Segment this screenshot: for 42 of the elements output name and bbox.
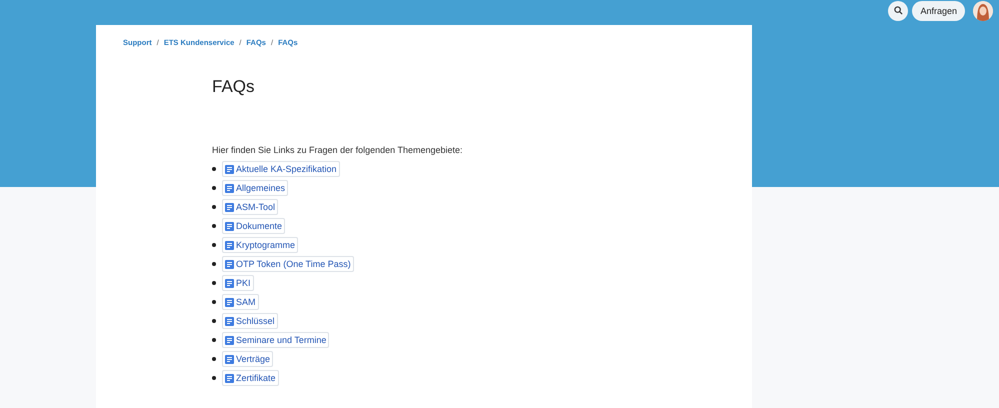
intro-text: Hier finden Sie Links zu Fragen der folgenden Themengebiete:: [212, 145, 464, 155]
bullet-icon: [212, 243, 216, 247]
document-icon: [225, 202, 234, 212]
avatar[interactable]: [973, 0, 993, 20]
page-link[interactable]: Dokumente: [222, 218, 286, 234]
document-icon: [225, 164, 234, 174]
page-link[interactable]: Verträge: [222, 351, 274, 367]
bullet-icon: [212, 167, 216, 171]
search-button[interactable]: [888, 0, 908, 20]
bullet-icon: [212, 300, 216, 304]
document-icon: [225, 222, 234, 230]
page-link[interactable]: Kryptogramme: [222, 237, 298, 253]
document-icon: [225, 260, 234, 268]
document-icon: [225, 184, 234, 192]
bullet-icon: [212, 281, 216, 285]
page-link[interactable]: Schlüssel: [222, 313, 278, 329]
page-link[interactable]: PKI: [222, 275, 254, 291]
bullet-icon: [212, 224, 216, 228]
search-icon: [894, 6, 903, 15]
page-link[interactable]: Allgemeines: [222, 180, 288, 196]
page-title: FAQs: [212, 77, 256, 97]
document-icon: [225, 278, 234, 288]
page-link[interactable]: Seminare und Termine: [222, 332, 330, 348]
bullet-icon: [212, 338, 216, 342]
page-link[interactable]: Zertifikate: [222, 370, 279, 386]
document-icon: [225, 298, 234, 306]
requests-button[interactable]: Anfragen: [912, 0, 965, 20]
page-link[interactable]: SAM: [222, 294, 259, 310]
page-link[interactable]: ASM-Tool: [222, 199, 278, 215]
document-icon: [225, 336, 234, 344]
bullet-icon: [212, 262, 216, 266]
page-link[interactable]: Aktuelle KA-Spezifikation: [222, 161, 340, 177]
document-icon: [225, 240, 234, 250]
bullet-icon: [212, 205, 216, 209]
bullet-icon: [212, 357, 216, 361]
document-icon: [225, 316, 234, 326]
bullet-icon: [212, 319, 216, 323]
bullet-icon: [212, 186, 216, 190]
document-icon: [225, 374, 234, 382]
document-icon: [225, 354, 234, 364]
page-link[interactable]: OTP Token (One Time Pass): [222, 256, 354, 272]
bullet-icon: [212, 376, 216, 380]
